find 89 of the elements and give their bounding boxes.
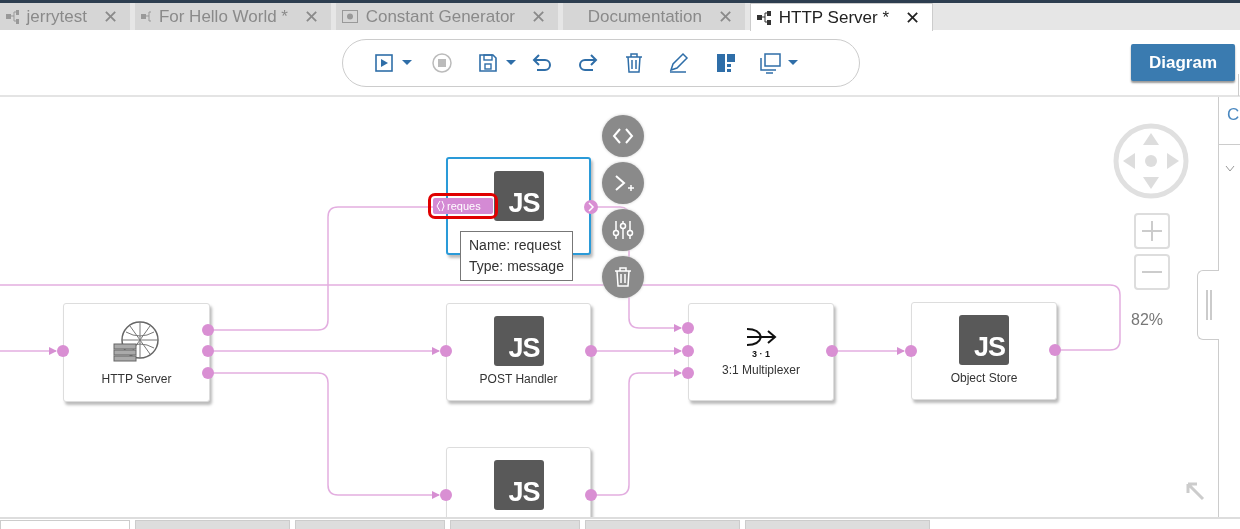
close-icon[interactable]: ✕ — [304, 5, 319, 28]
port[interactable] — [682, 345, 694, 357]
sliders-button[interactable] — [602, 209, 644, 251]
port[interactable] — [585, 345, 597, 357]
js-logo: JS — [493, 316, 544, 366]
code-button[interactable] — [602, 115, 644, 157]
panel-handle[interactable] — [1197, 270, 1219, 340]
js-logo: JS — [493, 460, 544, 510]
tab[interactable] — [135, 520, 290, 529]
close-icon[interactable]: ✕ — [905, 6, 920, 29]
port[interactable] — [440, 345, 452, 357]
js-logo: JS — [959, 315, 1009, 365]
tab[interactable] — [585, 520, 740, 529]
node-card[interactable]: HTTP Server — [63, 303, 210, 402]
tab[interactable] — [295, 520, 445, 529]
zoom-level: 82% — [1131, 311, 1164, 329]
port[interactable] — [440, 489, 452, 501]
close-icon[interactable]: ✕ — [718, 5, 733, 28]
save-icon — [477, 51, 499, 74]
plus-icon — [1141, 220, 1163, 242]
layout-icon — [715, 51, 737, 74]
merge-icon — [745, 326, 777, 348]
tab[interactable]: Documentation ✕ — [563, 3, 745, 30]
minus-icon — [1141, 270, 1163, 274]
tab-label: For Hello World * — [158, 6, 288, 27]
port-name: reques — [447, 200, 481, 212]
trash-icon — [623, 51, 645, 74]
tooltip-line: Type: message — [469, 257, 564, 276]
tab-label: HTTP Server * — [778, 7, 889, 28]
caret-icon — [401, 59, 413, 66]
node-label: POST Handler — [479, 372, 558, 386]
tab[interactable]: HTTP Server * ✕ — [750, 3, 933, 31]
tab[interactable]: jerrytest ✕ — [0, 3, 130, 30]
tooltip-line: Name: request — [469, 236, 562, 255]
js-logo: JS — [493, 171, 544, 221]
zoom-in-button[interactable] — [1134, 213, 1170, 249]
panel-label: C — [1219, 97, 1240, 145]
port[interactable] — [585, 489, 597, 501]
sliders-icon — [611, 219, 635, 241]
tab[interactable] — [745, 520, 930, 529]
windows-icon — [759, 51, 781, 74]
diagram-button[interactable]: Diagram — [1131, 44, 1235, 81]
port[interactable] — [1049, 344, 1061, 356]
port[interactable] — [826, 345, 838, 357]
output-port[interactable] — [584, 200, 598, 214]
close-icon[interactable]: ✕ — [531, 5, 546, 28]
zoom-out-button[interactable] — [1134, 254, 1170, 290]
stop-icon — [431, 51, 453, 74]
port[interactable] — [202, 324, 214, 336]
port[interactable] — [57, 345, 69, 357]
grip-icon — [1204, 290, 1213, 320]
undo-icon — [531, 51, 553, 74]
port[interactable] — [682, 322, 694, 334]
node-label: 3:1 Multiplexer — [721, 363, 800, 377]
flow-icon — [6, 9, 19, 24]
constant-icon — [342, 10, 358, 23]
port[interactable] — [202, 345, 214, 357]
tab[interactable] — [0, 520, 130, 529]
port[interactable] — [202, 367, 214, 379]
globe-server-icon — [111, 318, 162, 362]
code-icon — [436, 200, 445, 212]
tab[interactable]: Constant Generator ✕ — [336, 3, 558, 30]
pencil-icon — [667, 51, 689, 74]
node-card[interactable]: JS Object Store — [911, 302, 1057, 400]
play-icon — [373, 51, 395, 74]
node-card[interactable]: 3 · 1 3:1 Multiplexer — [688, 303, 834, 401]
caret-icon — [787, 59, 799, 66]
tab[interactable] — [450, 520, 580, 529]
pan-control[interactable] — [1113, 123, 1189, 199]
node-card[interactable]: JS — [446, 447, 591, 517]
node-label: HTTP Server — [101, 372, 172, 386]
redo-icon — [577, 51, 599, 74]
terminal-add-button[interactable] — [602, 162, 644, 204]
node-card[interactable]: JS POST Handler — [446, 303, 591, 401]
flow-icon — [141, 9, 151, 24]
tab-label: jerrytest — [26, 6, 87, 27]
tab-label: Constant Generator — [365, 6, 515, 27]
flow-icon — [757, 10, 771, 25]
tab-label: Documentation — [587, 6, 702, 27]
port[interactable] — [682, 367, 694, 379]
caret-icon — [505, 59, 517, 66]
resize-icon[interactable] — [1185, 481, 1205, 501]
tab[interactable]: For Hello World * ✕ — [135, 3, 331, 30]
chevron-icon[interactable] — [1225, 165, 1235, 173]
ratio-label: 3 · 1 — [752, 349, 770, 359]
close-icon[interactable]: ✕ — [103, 5, 118, 28]
port[interactable] — [905, 345, 917, 357]
trash-button[interactable] — [602, 256, 644, 298]
node-label: Object Store — [950, 371, 1018, 385]
